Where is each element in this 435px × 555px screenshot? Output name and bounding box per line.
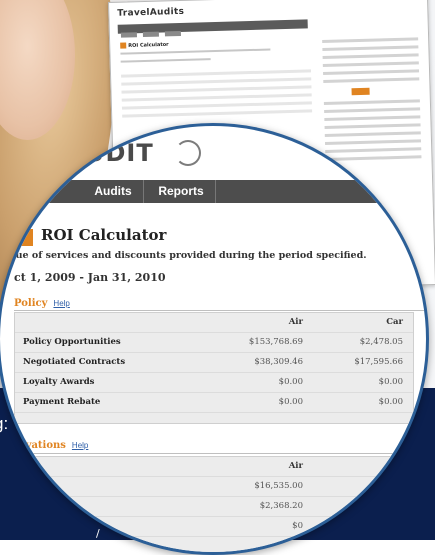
background-row xyxy=(121,93,312,102)
policy-divider xyxy=(14,310,426,311)
page-subtitle: lue of services and discounts provided d… xyxy=(12,250,367,261)
row-label: ption xyxy=(23,481,48,491)
background-title: ROI Calculator xyxy=(120,41,169,49)
logo-ring-icon xyxy=(175,140,201,166)
car-value: $0.00 xyxy=(378,397,403,407)
table-row: Payment Rebate $0.00 $0.00 xyxy=(15,393,413,413)
car-value: $17,595.66 xyxy=(354,357,403,367)
calculator-icon xyxy=(16,229,33,246)
column-header-air: Air xyxy=(288,461,303,471)
air-value: $16,535.00 xyxy=(254,481,303,491)
table-row: Policy Opportunities $153,768.69 $2,478.… xyxy=(15,333,413,353)
air-value: $38,309.46 xyxy=(254,357,303,367)
air-value: $0.00 xyxy=(278,397,303,407)
background-nav xyxy=(117,19,308,38)
app-logo: UDIT xyxy=(85,139,154,167)
row-label: Negotiated Contracts xyxy=(23,357,126,367)
background-logo: TravelAudits xyxy=(117,6,185,19)
reservations-help-link[interactable]: Help xyxy=(72,441,88,450)
air-value: $0.00 xyxy=(278,377,303,387)
column-header-air: Air xyxy=(288,317,303,327)
policy-heading-label: Policy xyxy=(14,298,48,309)
row-label: Payment Rebate xyxy=(23,397,101,407)
reservations-divider xyxy=(14,453,426,454)
policy-help-link[interactable]: Help xyxy=(53,299,69,308)
car-value: $2,478.05 xyxy=(359,337,403,347)
reservations-heading: ervations Help xyxy=(14,440,88,451)
row-label: Loyalty Awards xyxy=(23,377,95,387)
background-row xyxy=(121,85,312,94)
air-value: $0 xyxy=(292,521,303,531)
reservations-heading-label: ervations xyxy=(14,440,66,451)
nav-tabbar: Audits Reports xyxy=(0,180,426,203)
table-row: $2,368.20 xyxy=(15,497,413,517)
policy-table-header: Air Car xyxy=(15,313,413,333)
background-row xyxy=(121,77,312,86)
air-value: $2,368.20 xyxy=(259,501,303,511)
tab-audits[interactable]: Audits xyxy=(83,180,144,203)
column-header-car: Car xyxy=(386,317,403,327)
background-row xyxy=(121,101,312,110)
policy-table: Air Car Policy Opportunities $153,768.69… xyxy=(14,312,414,424)
reservations-table: Air ption $16,535.00 $2,368.20 $0 xyxy=(14,456,414,552)
magnifier-circle: UDIT Audits Reports ROI Calculator lue o… xyxy=(0,123,429,555)
air-value: $153,768.69 xyxy=(248,337,303,347)
reservations-table-header: Air xyxy=(15,457,413,477)
table-row: Loyalty Awards $0.00 $0.00 xyxy=(15,373,413,393)
car-value: $0.00 xyxy=(378,377,403,387)
table-row: $0 xyxy=(15,517,413,537)
row-label: Policy Opportunities xyxy=(23,337,121,347)
policy-heading: Policy Help xyxy=(14,298,70,309)
table-row: Negotiated Contracts $38,309.46 $17,595.… xyxy=(15,353,413,373)
background-row xyxy=(121,69,312,78)
tab-reports[interactable]: Reports xyxy=(147,180,216,203)
date-range: ct 1, 2009 - Jan 31, 2010 xyxy=(14,271,166,284)
background-line xyxy=(120,48,271,55)
table-row: ption $16,535.00 xyxy=(15,477,413,497)
background-row xyxy=(122,109,313,118)
background-line xyxy=(120,58,211,63)
page-title: ROI Calculator xyxy=(41,226,167,244)
